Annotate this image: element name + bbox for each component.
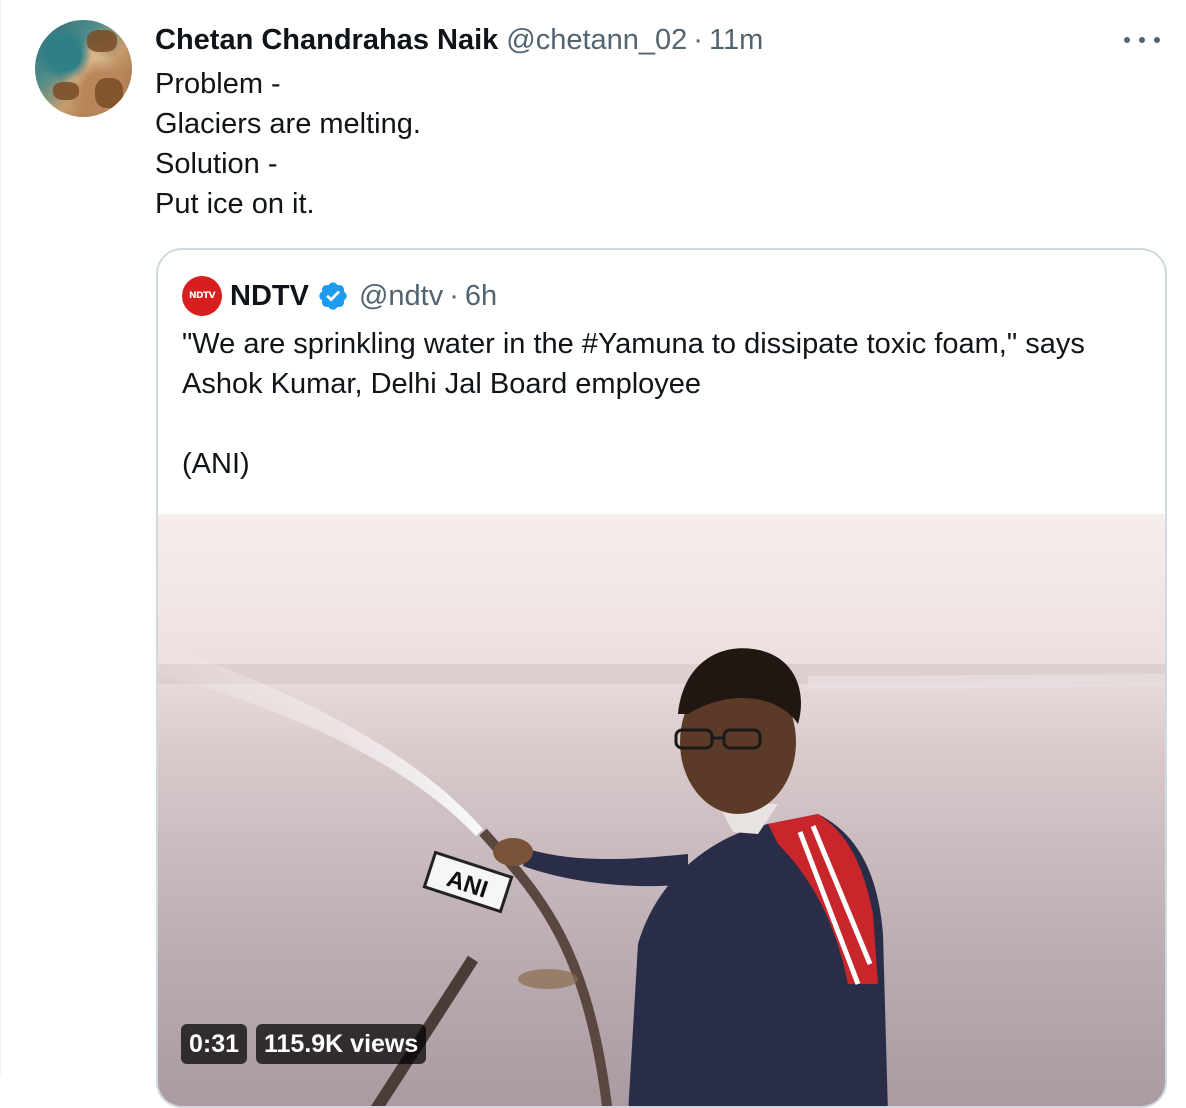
ndtv-avatar[interactable]: NDTV <box>182 276 222 316</box>
display-name[interactable]: Chetan Chandrahas Naik <box>155 24 498 57</box>
quoted-display-name[interactable]: NDTV <box>230 280 309 313</box>
quoted-text-line: (ANI) <box>182 448 250 480</box>
tweet-text-line: Put ice on it. <box>155 188 315 220</box>
user-handle[interactable]: @chetann_02 <box>506 24 687 57</box>
tweet-text-line: Glaciers are melting. <box>155 108 421 140</box>
more-horizontal-icon[interactable] <box>1124 28 1160 52</box>
ndtv-avatar-label: NDTV <box>188 291 216 301</box>
separator-dot: · <box>449 279 459 312</box>
quoted-tweet-text: "We are sprinkling water in the #Yamuna … <box>182 324 1142 484</box>
quoted-text-line <box>182 404 1142 444</box>
tweet-text-line: Problem - <box>155 68 281 100</box>
quoted-tweet[interactable]: NDTV NDTV @ndtv · 6h "We are sprinkling … <box>156 248 1167 1108</box>
quoted-user-handle[interactable]: @ndtv <box>359 280 443 313</box>
tweet-header: Chetan Chandrahas Naik @chetann_02 · 11m <box>155 22 763 58</box>
separator-dot: · <box>693 23 703 56</box>
verified-badge-icon <box>319 282 347 310</box>
quoted-text-line: "We are sprinkling water in the #Yamuna … <box>182 328 1085 360</box>
video-duration-badge: 0:31 <box>181 1024 248 1064</box>
tweet-text: Problem - Glaciers are melting. Solution… <box>155 64 421 224</box>
quoted-timestamp[interactable]: 6h <box>465 280 497 313</box>
video-frame: ANI <box>158 644 1165 1106</box>
quoted-tweet-header: NDTV NDTV @ndtv · 6h <box>182 276 497 316</box>
tweet-timestamp[interactable]: 11m <box>709 24 763 57</box>
video-views-badge: 115.9K views <box>256 1024 427 1064</box>
tweet-text-line: Solution - <box>155 148 278 180</box>
quoted-text-line: Ashok Kumar, Delhi Jal Board employee <box>182 368 702 400</box>
tweet[interactable]: Chetan Chandrahas Naik @chetann_02 · 11m… <box>0 0 1186 1108</box>
video-player[interactable]: ANI 0:31 115.9K views <box>158 514 1165 1106</box>
user-avatar[interactable] <box>35 20 132 117</box>
